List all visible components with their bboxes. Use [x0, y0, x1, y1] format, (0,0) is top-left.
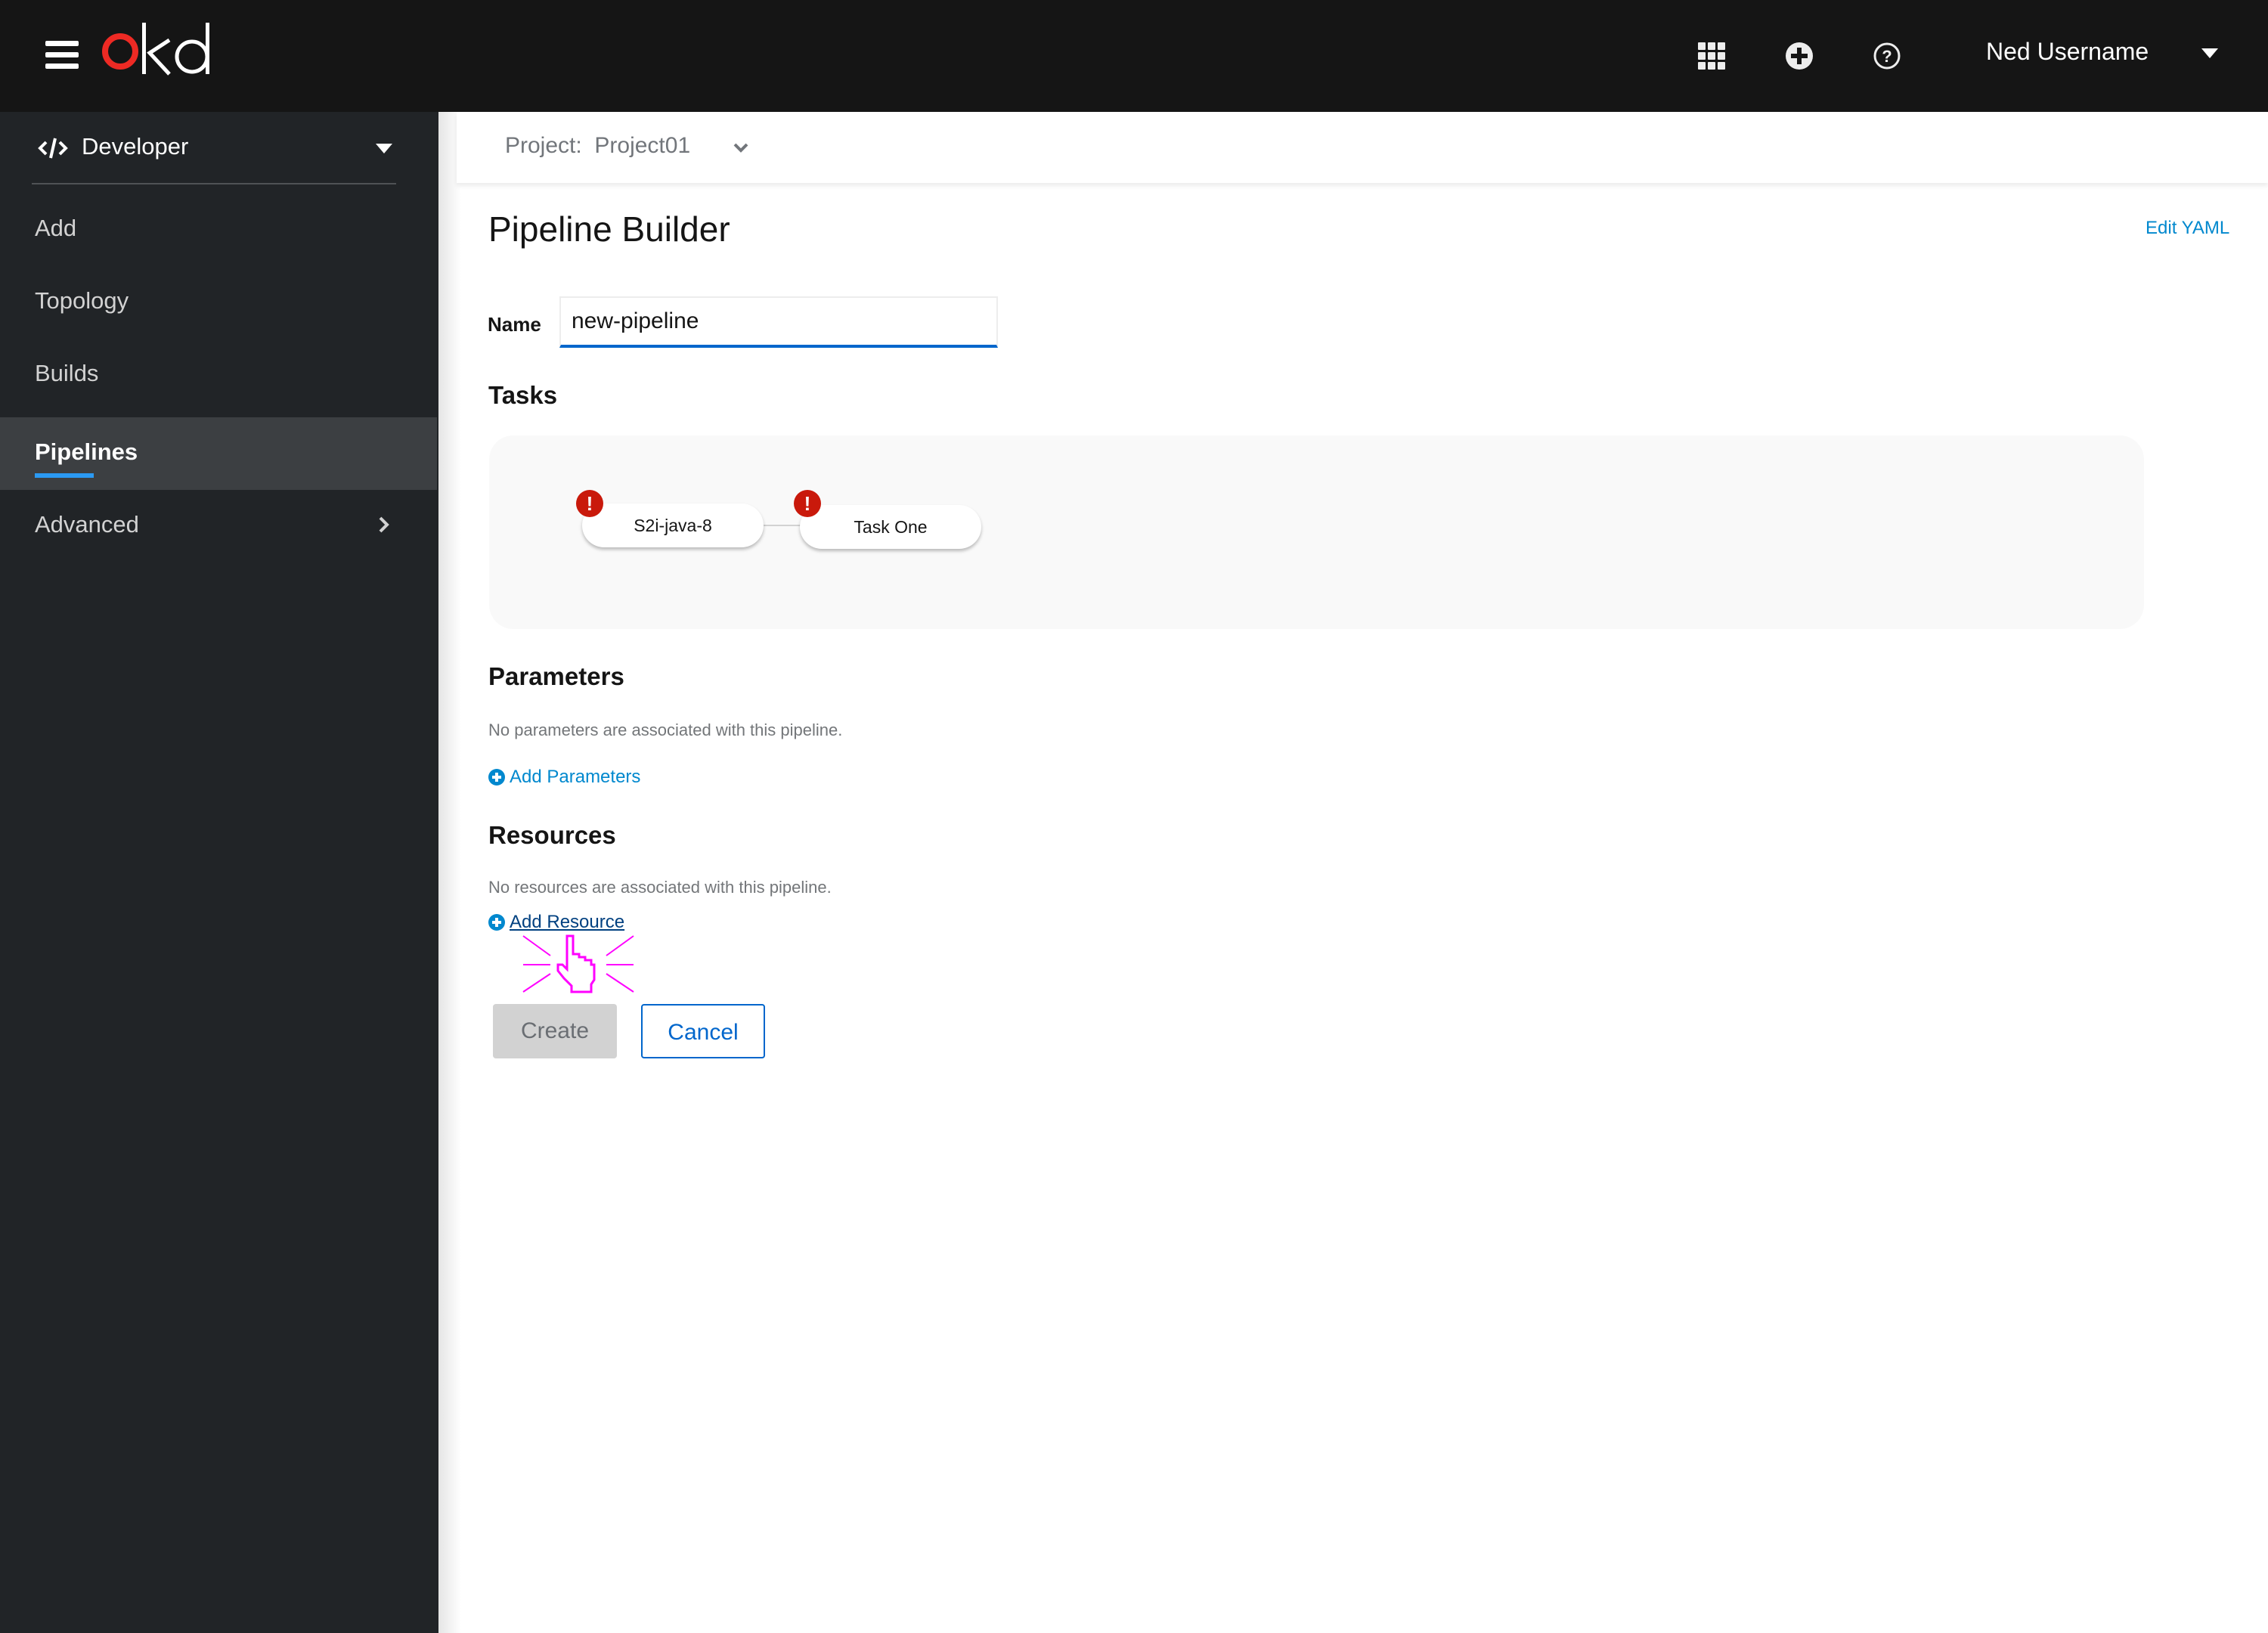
add-resource-link[interactable]: Add Resource [488, 912, 624, 933]
help-icon[interactable]: ? [1870, 39, 1904, 73]
caret-down-icon [376, 144, 392, 153]
hamburger-menu-icon[interactable] [45, 41, 79, 70]
sidebar-item-label: Pipelines [35, 438, 138, 465]
sidebar-item-label: Topology [35, 287, 129, 314]
active-indicator [35, 473, 94, 478]
sidebar-item-label: Advanced [35, 511, 139, 538]
user-menu-caret-icon[interactable] [2201, 48, 2218, 58]
masthead: ? Ned Username [0, 0, 2268, 112]
edit-yaml-link[interactable]: Edit YAML [2146, 218, 2229, 239]
task-node-label: S2i-java-8 [634, 516, 712, 535]
project-selector[interactable]: Project: Project01 [505, 133, 690, 159]
code-icon [38, 138, 68, 159]
okd-logo[interactable] [100, 14, 221, 82]
name-input[interactable] [559, 296, 998, 348]
add-parameters-label: Add Parameters [510, 767, 641, 787]
click-cursor-icon [522, 934, 634, 993]
cancel-button[interactable]: Cancel [641, 1004, 765, 1058]
tasks-canvas: S2i-java-8 ! Task One ! [489, 435, 2144, 629]
task-node[interactable]: Task One [800, 505, 981, 549]
sidebar-item-topology[interactable]: Topology [0, 266, 437, 339]
plus-circle-icon [488, 914, 505, 931]
tasks-title: Tasks [488, 381, 558, 409]
project-selector-bar: Project: Project01 [457, 112, 2268, 183]
app-launcher-icon[interactable] [1695, 39, 1728, 73]
perspective-label: Developer [82, 133, 189, 160]
task-node-label: Task One [854, 517, 928, 537]
project-value: Project01 [594, 133, 691, 158]
task-connector [764, 525, 801, 526]
sidebar-item-advanced[interactable]: Advanced [0, 490, 437, 562]
create-button[interactable]: Create [493, 1004, 617, 1058]
add-resource-label: Add Resource [510, 912, 625, 932]
perspective-switcher[interactable]: Developer [32, 112, 396, 184]
sidebar-item-label: Add [35, 215, 77, 241]
resources-title: Resources [488, 821, 616, 849]
add-parameters-link[interactable]: Add Parameters [488, 767, 640, 788]
project-label: Project: [505, 133, 582, 158]
chevron-right-icon [379, 516, 389, 533]
task-node[interactable]: S2i-java-8 [582, 504, 764, 547]
parameters-empty-text: No parameters are associated with this p… [488, 720, 843, 739]
parameters-title: Parameters [488, 662, 624, 690]
chevron-down-icon[interactable] [732, 141, 750, 156]
add-icon[interactable] [1783, 39, 1816, 73]
sidebar-item-label: Builds [35, 360, 99, 386]
sidebar-item-builds[interactable]: Builds [0, 339, 437, 411]
name-label: Name [488, 313, 541, 336]
plus-circle-icon [488, 769, 505, 786]
sidebar-item-pipelines[interactable]: Pipelines [0, 417, 437, 490]
user-menu-name[interactable]: Ned Username [1986, 38, 2149, 66]
resources-empty-text: No resources are associated with this pi… [488, 878, 832, 897]
content-shadow [438, 112, 461, 1633]
svg-text:?: ? [1882, 47, 1892, 66]
error-icon: ! [794, 490, 821, 517]
sidebar-item-add[interactable]: Add [0, 194, 437, 266]
page-title: Pipeline Builder [488, 209, 730, 249]
error-icon: ! [576, 490, 603, 517]
sidebar: Developer Add Topology Builds Pipelines … [0, 112, 438, 1633]
